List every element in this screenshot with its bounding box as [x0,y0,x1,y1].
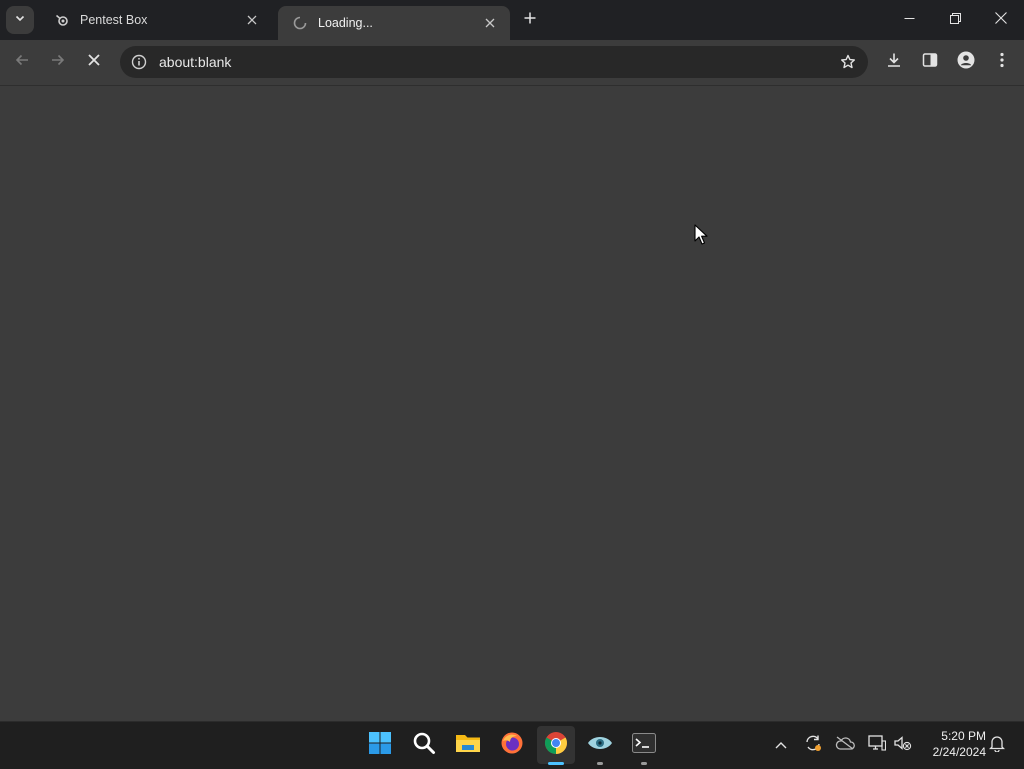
info-icon[interactable] [122,54,156,70]
taskbar-search-button[interactable] [405,726,443,764]
firefox-button[interactable] [493,726,531,764]
chevron-up-icon [775,736,787,754]
start-icon [368,731,392,760]
browser-titlebar: Pentest Box Loading... [0,0,1024,40]
kebab-menu-icon [1000,52,1004,73]
forward-arrow-icon [50,52,66,73]
volume-tray-button[interactable] [892,734,914,756]
restore-button[interactable] [932,0,978,40]
star-icon[interactable] [828,54,868,70]
plus-icon [524,11,536,29]
profile-icon [957,51,975,74]
minimize-icon [904,11,915,29]
eye-app-icon [587,734,613,757]
clock-date: 2/24/2024 [932,745,986,759]
profile-button[interactable] [952,48,980,76]
minimize-button[interactable] [886,0,932,40]
search-icon [412,731,436,760]
stop-icon [87,53,101,72]
bell-icon [988,734,1006,757]
running-indicator [641,762,647,765]
side-panel-icon [922,52,938,73]
chevron-down-icon [14,11,26,29]
address-bar[interactable]: about:blank [120,46,868,78]
back-button[interactable] [8,48,36,76]
tab-title: Loading... [318,16,373,30]
stop-button[interactable] [80,48,108,76]
new-tab-button[interactable] [518,8,542,32]
firefox-icon [500,731,524,760]
running-indicator [597,762,603,765]
tab-search-button[interactable] [6,6,34,34]
address-url[interactable]: about:blank [156,54,828,70]
network-tray-button[interactable] [866,734,888,756]
forward-button[interactable] [44,48,72,76]
taskbar-clock[interactable]: 5:20 PM 2/24/2024 [916,728,986,760]
browser-toolbar: about:blank [0,40,1024,86]
back-arrow-icon [14,52,30,73]
terminal-icon [632,732,656,758]
downloads-button[interactable] [880,48,908,76]
chrome-icon [544,731,568,760]
download-icon [886,52,902,73]
clock-time: 5:20 PM [941,729,986,743]
cloud-icon [835,735,855,755]
close-icon [995,11,1007,29]
tab-pentest-box[interactable]: Pentest Box [40,0,272,40]
side-panel-button[interactable] [916,48,944,76]
chrome-button[interactable] [537,726,575,765]
pentest-favicon [54,12,70,28]
page-content[interactable] [0,86,1024,721]
eye-app-button[interactable] [581,726,619,765]
volume-muted-icon [894,735,912,756]
tab-title: Pentest Box [80,13,148,27]
file-explorer-icon [455,732,481,759]
notifications-button[interactable] [986,734,1008,756]
sync-tray-button[interactable] [802,734,824,756]
network-icon [868,734,887,756]
restore-icon [949,11,961,29]
sync-icon [804,734,822,757]
tab-loading[interactable]: Loading... [278,6,510,40]
loading-spinner-icon [292,15,308,31]
close-window-button[interactable] [978,0,1024,40]
show-hidden-icons-button[interactable] [770,734,792,756]
cloud-tray-button[interactable] [834,734,856,756]
terminal-button[interactable] [625,726,663,765]
mouse-cursor-icon [694,224,708,251]
taskbar: 5:20 PM 2/24/2024 [0,721,1024,769]
menu-button[interactable] [988,48,1016,76]
start-button[interactable] [361,726,399,764]
active-indicator [548,762,564,765]
close-icon[interactable] [482,15,498,31]
close-icon[interactable] [244,12,260,28]
file-explorer-button[interactable] [449,726,487,764]
